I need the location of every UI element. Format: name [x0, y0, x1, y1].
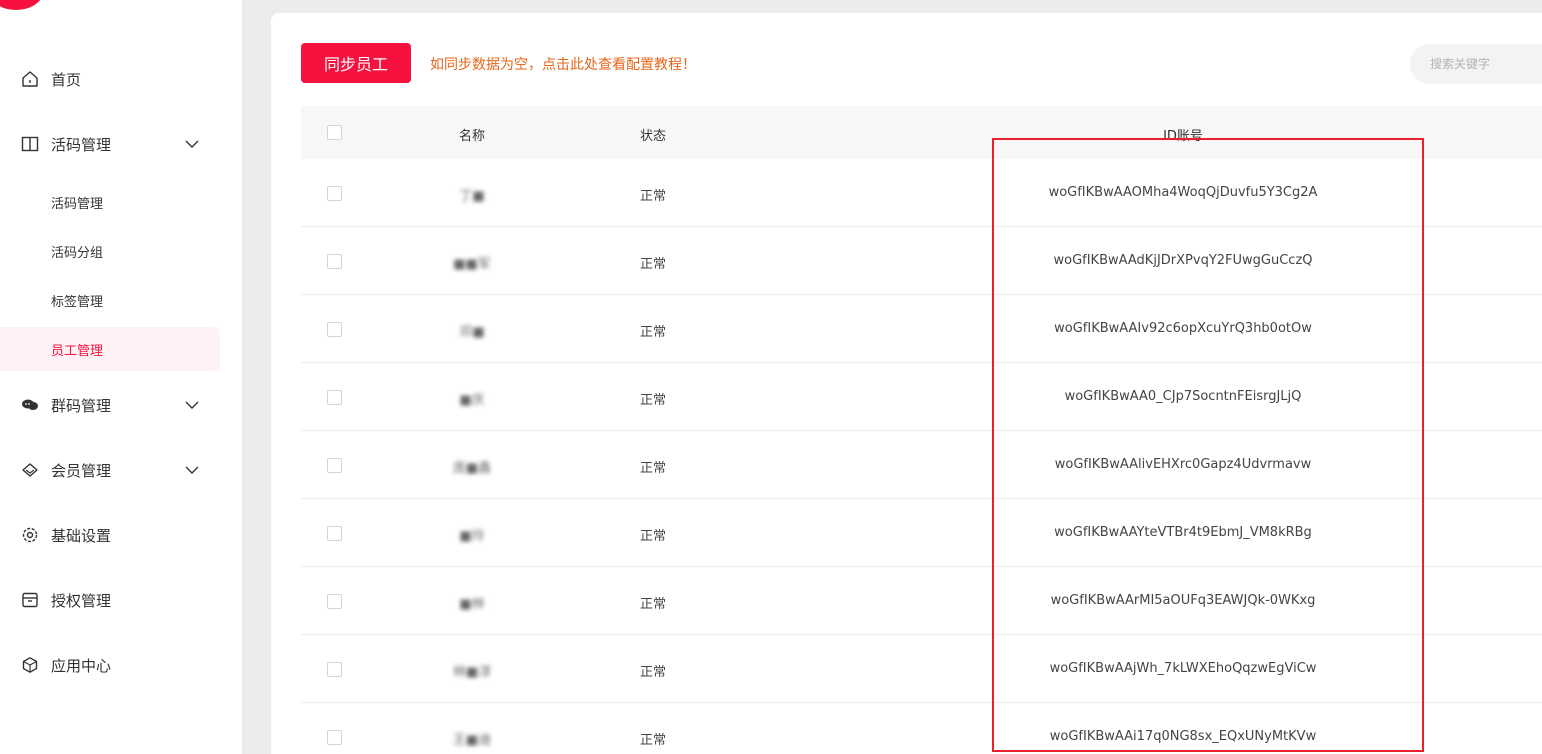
row-checkbox[interactable]: [327, 322, 342, 337]
table-row: 丁■ 正常 woGfIKBwAAOMha4WoqQjDuvfu5Y3Cg2A: [301, 159, 1542, 227]
sidebar-item-label: 群码管理: [51, 396, 112, 415]
sidebar-subitem-label: 标签管理: [51, 294, 104, 310]
chevron-down-icon: [185, 401, 199, 409]
staff-status: 正常: [640, 257, 667, 272]
row-checkbox[interactable]: [327, 458, 342, 473]
sidebar-subitem-label: 活码管理: [51, 196, 104, 212]
sidebar-subitem-label: 活码分组: [51, 245, 104, 261]
cube-icon: [20, 656, 40, 674]
table-row: 王■迪 正常 woGfIKBwAAi17q0NG8sx_EQxUNyMtKVw: [301, 703, 1542, 754]
diamond-icon: [20, 461, 40, 479]
staff-status: 正常: [640, 665, 667, 680]
staff-table: 名称 状态 ID账号 丁■ 正常 woGfIKBwAAOMha4WoqQjDuv…: [301, 106, 1542, 754]
staff-id: woGfIKBwAAi17q0NG8sx_EQxUNyMtKVw: [1049, 729, 1317, 744]
table-row: ■■军 正常 woGfIKBwAAdKjJDrXPvqY2FUwgGuCczQ: [301, 227, 1542, 295]
staff-id: woGfIKBwAAdKjJDrXPvqY2FUwgGuCczQ: [1053, 253, 1313, 268]
staff-name: 庞■鑫: [452, 461, 492, 476]
staff-status: 正常: [640, 597, 667, 612]
book-icon: [20, 135, 40, 153]
sidebar-item-label: 基础设置: [51, 526, 112, 545]
staff-status: 正常: [640, 325, 667, 340]
sidebar-item-label: 会员管理: [51, 461, 112, 480]
staff-status: 正常: [640, 461, 667, 476]
row-checkbox[interactable]: [327, 594, 342, 609]
row-checkbox[interactable]: [327, 662, 342, 677]
sidebar-item-label: 授权管理: [51, 591, 112, 610]
row-checkbox[interactable]: [327, 526, 342, 541]
sidebar-item-live-code[interactable]: 活码管理: [0, 122, 222, 166]
staff-id: woGfIKBwAAlivEHXrc0Gapz4Udvrmavw: [1054, 457, 1312, 472]
header-id: ID账号: [1163, 129, 1203, 144]
staff-name: ■庆: [459, 393, 485, 408]
sidebar-item-label: 活码管理: [51, 135, 112, 154]
staff-status: 正常: [640, 733, 667, 748]
row-checkbox[interactable]: [327, 390, 342, 405]
content-card: 同步员工 如同步数据为空，点击此处查看配置教程！ 名称 状态 ID账号 丁■ 正…: [271, 13, 1542, 754]
staff-id: woGfIKBwAAYteVTBr4t9EbmJ_VM8kRBg: [1054, 525, 1312, 540]
table-row: ■庆 正常 woGfIKBwAA0_CJp7SocntnFEisrgJLjQ: [301, 363, 1542, 431]
sidebar-item-label: 应用中心: [51, 656, 112, 675]
sync-staff-button[interactable]: 同步员工: [301, 43, 411, 83]
staff-name: 丁■: [459, 189, 485, 204]
staff-name: ■林: [459, 597, 485, 612]
chat-icon: [20, 396, 40, 414]
staff-status: 正常: [640, 189, 667, 204]
sidebar-subitem-live-code[interactable]: 活码管理: [0, 180, 220, 224]
staff-name: ■■军: [453, 257, 491, 272]
logo: [0, 0, 44, 10]
sidebar-item-label: 首页: [51, 70, 82, 89]
chevron-down-icon: [185, 140, 199, 148]
sidebar-subitem-label: 员工管理: [51, 343, 104, 359]
sidebar-subitem-code-groups[interactable]: 活码分组: [0, 229, 220, 273]
search-input[interactable]: [1410, 44, 1542, 84]
row-checkbox[interactable]: [327, 254, 342, 269]
sidebar-item-app-center[interactable]: 应用中心: [0, 643, 222, 687]
archive-icon: [20, 591, 40, 609]
staff-name: 林■淳: [452, 665, 492, 680]
sidebar-item-settings[interactable]: 基础设置: [0, 513, 222, 557]
sidebar-item-authorization[interactable]: 授权管理: [0, 578, 222, 622]
table-header: 名称 状态 ID账号: [301, 106, 1542, 159]
header-status: 状态: [640, 129, 667, 144]
sidebar-item-group-code[interactable]: 群码管理: [0, 383, 222, 427]
select-all-checkbox[interactable]: [327, 125, 342, 140]
staff-id: woGfIKBwAAOMha4WoqQjDuvfu5Y3Cg2A: [1048, 185, 1318, 200]
row-checkbox[interactable]: [327, 730, 342, 745]
sidebar-subitem-tags[interactable]: 标签管理: [0, 278, 220, 322]
table-row: ■玲 正常 woGfIKBwAAYteVTBr4t9EbmJ_VM8kRBg: [301, 499, 1542, 567]
staff-id: woGfIKBwAA0_CJp7SocntnFEisrgJLjQ: [1064, 389, 1302, 404]
staff-name: ■玲: [459, 529, 485, 544]
staff-id: woGfIKBwAAjWh_7kLWXEhoQqzwEgViCw: [1049, 661, 1317, 676]
sidebar-subitem-staff[interactable]: 员工管理: [0, 327, 220, 371]
staff-name: 王■迪: [452, 733, 492, 748]
row-checkbox[interactable]: [327, 186, 342, 201]
staff-id: woGfIKBwAArMI5aOUFq3EAWJQk-0WKxg: [1050, 593, 1316, 608]
table-row: 邓■ 正常 woGfIKBwAAIv92c6opXcuYrQ3hb0otOw: [301, 295, 1542, 363]
sidebar-item-home[interactable]: 首页: [0, 57, 222, 101]
header-name: 名称: [458, 129, 485, 144]
sidebar: 首页 活码管理 活码管理 活码分组 标签管理 员工管理 群码管理 会员管理 基础…: [0, 0, 242, 754]
table-row: 庞■鑫 正常 woGfIKBwAAlivEHXrc0Gapz4Udvrmavw: [301, 431, 1542, 499]
table-row: ■林 正常 woGfIKBwAArMI5aOUFq3EAWJQk-0WKxg: [301, 567, 1542, 635]
sidebar-item-members[interactable]: 会员管理: [0, 448, 222, 492]
staff-status: 正常: [640, 393, 667, 408]
gear-icon: [20, 526, 40, 544]
staff-status: 正常: [640, 529, 667, 544]
config-tutorial-link[interactable]: 如同步数据为空，点击此处查看配置教程！: [430, 54, 696, 74]
staff-id: woGfIKBwAAIv92c6opXcuYrQ3hb0otOw: [1054, 321, 1312, 336]
staff-name: 邓■: [459, 325, 485, 340]
chevron-down-icon: [185, 466, 199, 474]
table-row: 林■淳 正常 woGfIKBwAAjWh_7kLWXEhoQqzwEgViCw: [301, 635, 1542, 703]
home-icon: [20, 70, 40, 88]
